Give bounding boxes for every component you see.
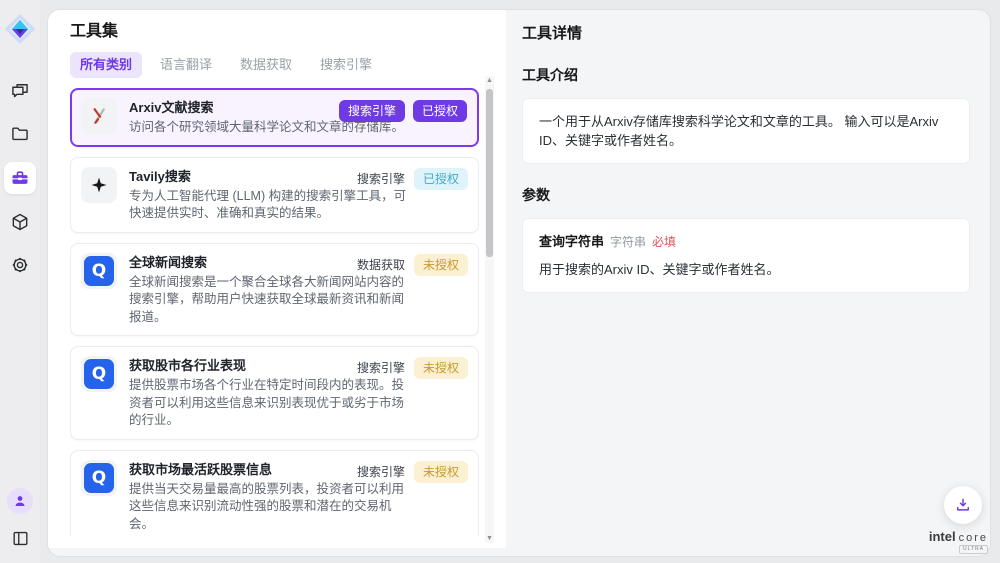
tool-list-pane: 工具集 所有类别语言翻译数据获取搜索引擎 Arxiv文献搜索 访问各个研究领域大… bbox=[48, 10, 506, 548]
tab-2[interactable]: 数据获取 bbox=[230, 52, 302, 78]
tool-description: 提供当天交易量最高的股票列表，投资者可以利用这些信息来识别流动性强的股票和潜在的… bbox=[129, 481, 409, 534]
detail-title: 工具详情 bbox=[522, 24, 970, 44]
tool-description: 专为人工智能代理 (LLM) 构建的搜索引擎工具，可快速提供实时、准确和真实的结… bbox=[129, 188, 409, 223]
intel-core-logo: intel core ultra bbox=[929, 529, 988, 554]
tool-status-badge: 已授权 bbox=[414, 168, 468, 190]
q-search-icon: Q bbox=[81, 460, 117, 496]
tool-card-4[interactable]: Q 获取市场最活跃股票信息 提供当天交易量最高的股票列表，投资者可以利用这些信息… bbox=[70, 450, 479, 537]
tool-category-tag: 搜索引擎 bbox=[339, 100, 405, 122]
tool-card-3[interactable]: Q 获取股市各行业表现 提供股票市场各个行业在特定时间段内的表现。投资者可以利用… bbox=[70, 346, 479, 440]
param-type: 字符串 bbox=[610, 233, 646, 252]
tool-description: 提供股票市场各个行业在特定时间段内的表现。投资者可以利用这些信息来识别表现优于或… bbox=[129, 377, 409, 430]
tool-category-tag: 搜索引擎 bbox=[356, 168, 406, 190]
scrollbar-thumb[interactable] bbox=[486, 89, 493, 257]
category-tabs: 所有类别语言翻译数据获取搜索引擎 bbox=[70, 52, 506, 78]
scrollbar-up-arrow[interactable]: ▲ bbox=[485, 76, 494, 85]
core-wordmark: core bbox=[959, 532, 988, 544]
download-icon bbox=[954, 496, 972, 514]
toolbox-icon bbox=[10, 168, 30, 188]
tool-card-1[interactable]: Tavily搜索 专为人工智能代理 (LLM) 构建的搜索引擎工具，可快速提供实… bbox=[70, 157, 479, 233]
params-heading: 参数 bbox=[522, 185, 970, 205]
tool-category-tag: 搜索引擎 bbox=[356, 357, 406, 379]
folder-icon bbox=[10, 124, 30, 144]
tool-status-badge: 未授权 bbox=[414, 461, 468, 483]
tool-category-tag: 搜索引擎 bbox=[356, 461, 406, 483]
q-search-icon: Q bbox=[81, 253, 117, 289]
sidebar-nav bbox=[4, 76, 36, 280]
param-header: 查询字符串 字符串 必填 bbox=[539, 232, 953, 252]
cube-icon bbox=[10, 212, 30, 232]
sidebar-item-files[interactable] bbox=[5, 119, 35, 149]
tool-status-badge: 未授权 bbox=[414, 357, 468, 379]
scrollbar-down-arrow[interactable]: ▼ bbox=[485, 534, 494, 543]
tool-detail-pane: 工具详情 工具介绍 一个用于从Arxiv存储库搜索科学论文和文章的工具。 输入可… bbox=[506, 10, 990, 556]
tool-status-badge: 未授权 bbox=[414, 254, 468, 276]
tab-0[interactable]: 所有类别 bbox=[70, 52, 142, 78]
intro-card: 一个用于从Arxiv存储库搜索科学论文和文章的工具。 输入可以是Arxiv ID… bbox=[522, 98, 970, 164]
tab-1[interactable]: 语言翻译 bbox=[150, 52, 222, 78]
user-avatar[interactable] bbox=[7, 488, 33, 514]
tool-card-2[interactable]: Q 全球新闻搜索 全球新闻搜索是一个聚合全球各大新闻网站内容的搜索引擎，帮助用户… bbox=[70, 243, 479, 337]
gear-icon bbox=[10, 255, 30, 275]
intel-wordmark: intel bbox=[929, 529, 956, 544]
list-scrollbar[interactable]: ▲ ▼ bbox=[485, 76, 494, 543]
q-search-icon: Q bbox=[81, 356, 117, 392]
param-description: 用于搜索的Arxiv ID、关键字或作者姓名。 bbox=[539, 260, 953, 279]
ultra-badge: ultra bbox=[959, 545, 988, 554]
sidebar-item-models[interactable] bbox=[5, 207, 35, 237]
sidebar-item-settings[interactable] bbox=[5, 250, 35, 280]
left-sidebar bbox=[0, 0, 40, 563]
tool-status-badge: 已授权 bbox=[413, 100, 467, 122]
sidebar-item-tools[interactable] bbox=[4, 162, 36, 194]
tool-description: 全球新闻搜索是一个聚合全球各大新闻网站内容的搜索引擎，帮助用户快速获取全球最新资… bbox=[129, 274, 409, 327]
panel-toggle-icon bbox=[11, 529, 30, 548]
intro-text: 一个用于从Arxiv存储库搜索科学论文和文章的工具。 输入可以是Arxiv ID… bbox=[539, 114, 938, 148]
sidebar-item-chat[interactable] bbox=[5, 76, 35, 106]
param-required-badge: 必填 bbox=[652, 233, 676, 252]
sidebar-bottom bbox=[5, 488, 35, 553]
sparkle-star-icon bbox=[81, 167, 117, 203]
tab-3[interactable]: 搜索引擎 bbox=[310, 52, 382, 78]
param-name: 查询字符串 bbox=[539, 232, 604, 251]
arxiv-logo-icon bbox=[81, 98, 117, 134]
collapse-panel-button[interactable] bbox=[5, 523, 35, 553]
intro-heading: 工具介绍 bbox=[522, 65, 970, 85]
page-title: 工具集 bbox=[70, 22, 506, 42]
tool-list: Arxiv文献搜索 访问各个研究领域大量科学论文和文章的存储库。 搜索引擎 已授… bbox=[70, 88, 479, 536]
chat-icon bbox=[10, 81, 30, 101]
tool-card-0[interactable]: Arxiv文献搜索 访问各个研究领域大量科学论文和文章的存储库。 搜索引擎 已授… bbox=[70, 88, 479, 147]
tool-category-tag: 数据获取 bbox=[356, 254, 406, 276]
param-card: 查询字符串 字符串 必填 用于搜索的Arxiv ID、关键字或作者姓名。 bbox=[522, 218, 970, 293]
download-button[interactable] bbox=[944, 486, 982, 524]
main-panel: 工具集 所有类别语言翻译数据获取搜索引擎 Arxiv文献搜索 访问各个研究领域大… bbox=[48, 10, 990, 556]
app-logo-icon bbox=[3, 12, 37, 46]
